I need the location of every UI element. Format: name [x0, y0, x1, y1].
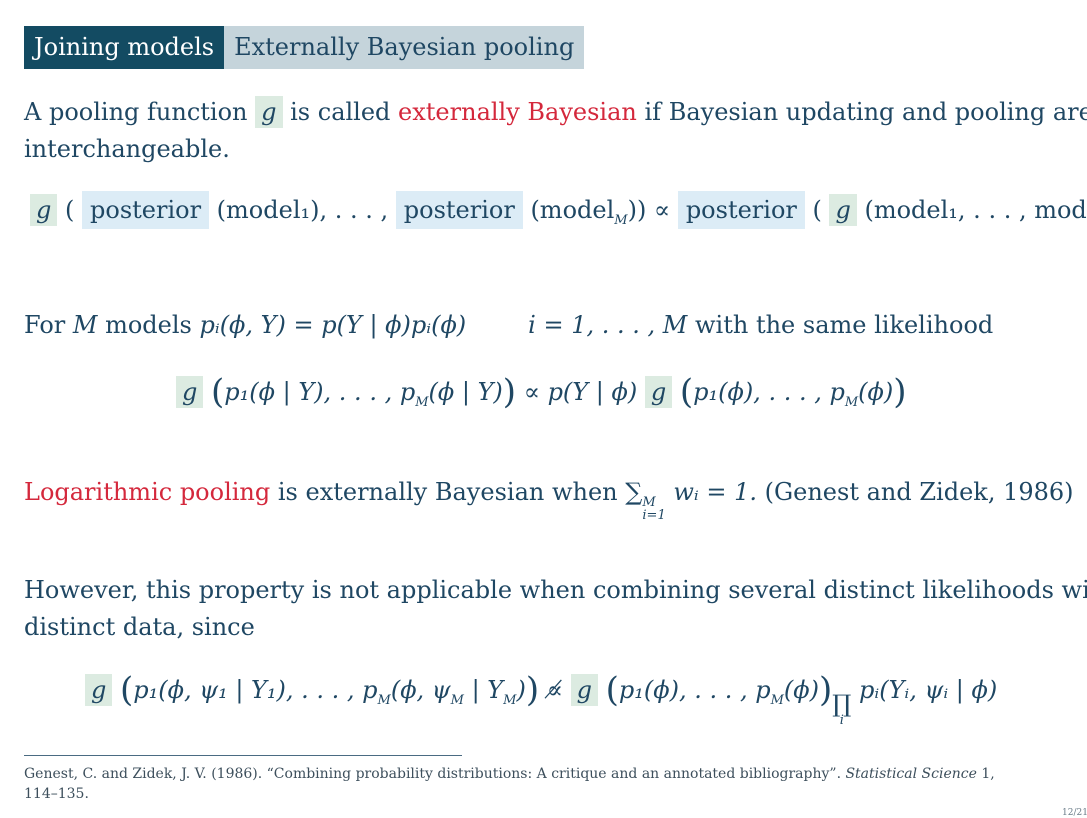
models-paragraph: For M models pᵢ(ϕ, Y) = p(Y | ϕ)pᵢ(ϕ) i =… — [24, 311, 994, 339]
equation-distinct-likelihoods: g (p₁(ϕ, ψ₁ | Y₁), . . . , pM(ϕ, ψM | YM… — [85, 672, 997, 727]
footnote-divider — [24, 755, 462, 756]
however-paragraph: However, this property is not applicable… — [24, 576, 1087, 641]
footnote-reference: Genest, C. and Zidek, J. V. (1986). “Com… — [24, 766, 995, 802]
posterior-block: posterior — [82, 191, 210, 229]
posterior-block: posterior — [395, 191, 523, 229]
slide-title: Externally Bayesian pooling — [224, 26, 585, 69]
posterior-block: posterior — [677, 191, 805, 229]
citation: (Genest and Zidek, 1986) — [756, 478, 1074, 506]
logarithmic-paragraph: Logarithmic pooling is externally Bayesi… — [24, 478, 1074, 523]
equation-same-likelihood: g (p₁(ϕ | Y), . . . , pM(ϕ | Y)) ∝ p(Y |… — [176, 374, 907, 421]
model-formula: pᵢ(ϕ, Y) = p(Y | ϕ)pᵢ(ϕ) — [199, 311, 467, 339]
intro-paragraph: A pooling function g is called externall… — [24, 96, 1087, 163]
slide-header: Joining models Externally Bayesian pooli… — [24, 26, 585, 69]
equation-posterior: g ( posterior (model₁), . . . , posterio… — [30, 191, 1087, 239]
section-title: Joining models — [24, 26, 225, 69]
logarithmic-pooling-term: Logarithmic pooling — [24, 478, 271, 506]
journal-name: Statistical Science — [845, 766, 977, 782]
externally-bayesian-term: externally Bayesian — [398, 98, 637, 126]
g-function-symbol: g — [255, 96, 283, 128]
